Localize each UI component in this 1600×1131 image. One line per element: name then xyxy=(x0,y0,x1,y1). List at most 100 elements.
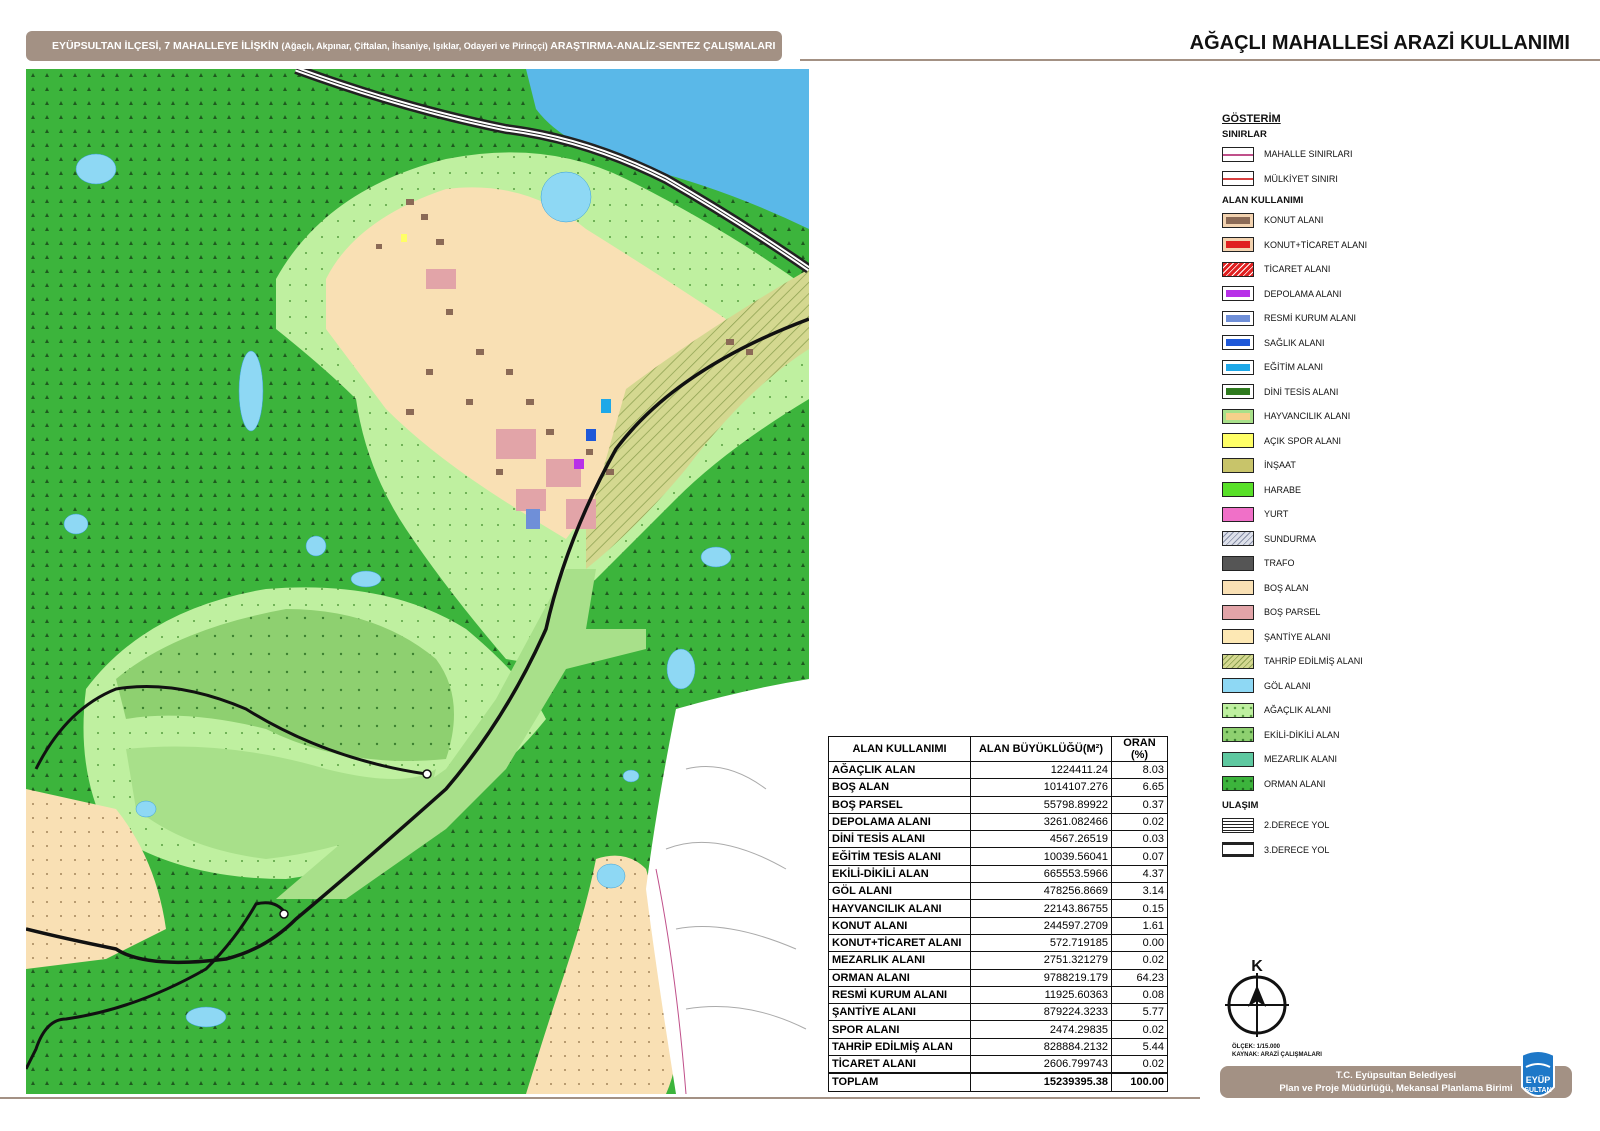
map-canvas xyxy=(26,69,809,1094)
cell-ratio: 1.61 xyxy=(1111,916,1168,935)
legend-item: SAĞLIK ALANI xyxy=(1222,331,1452,356)
legend-section-title: SINIRLAR xyxy=(1222,129,1267,140)
cell-area: 1014107.276 xyxy=(970,778,1112,797)
legend-swatch xyxy=(1222,212,1254,228)
cell-area: 828884.2132 xyxy=(970,1037,1112,1057)
table-row: KONUT+TİCARET ALANI 572.719185 0.00 xyxy=(828,933,1168,953)
cell-land-use: KONUT+TİCARET ALANI xyxy=(828,933,971,953)
table-row: EKİLİ-DİKİLİ ALAN 665553.5966 4.37 xyxy=(828,864,1168,884)
cell-land-use: EKİLİ-DİKİLİ ALAN xyxy=(828,864,971,884)
header-neighborhoods-text: (Ağaçlı, Akpınar, Çiftalan, İhsaniye, Iş… xyxy=(281,41,548,51)
table-row: RESMİ KURUM ALANI 11925.60363 0.08 xyxy=(828,985,1168,1005)
compass-icon: K xyxy=(1225,958,1289,1037)
table-row: KONUT ALANI 244597.2709 1.61 xyxy=(828,916,1168,935)
legend-item: TAHRİP EDİLMİŞ ALANI xyxy=(1222,649,1452,674)
legend-swatch xyxy=(1222,817,1254,833)
cell-ratio: 8.03 xyxy=(1111,760,1168,780)
land-use-table: ALAN KULLANIMI ALAN BÜYÜKLÜĞÜ(M²) ORAN (… xyxy=(828,736,1168,1092)
header-main-text: EYÜPSULTAN İLÇESİ, 7 MAHALLEYE İLİŞKİN xyxy=(52,40,279,52)
table-row: TAHRİP EDİLMİŞ ALAN 828884.2132 5.44 xyxy=(828,1037,1168,1057)
cell-area: 2606.799743 xyxy=(970,1055,1112,1074)
cell-ratio: 5.77 xyxy=(1111,1003,1168,1022)
cell-land-use: HAYVANCILIK ALANI xyxy=(828,899,971,918)
cell-ratio: 5.44 xyxy=(1111,1037,1168,1057)
cell-land-use: DİNİ TESİS ALANI xyxy=(828,830,971,849)
legend-item: YURT xyxy=(1222,502,1452,527)
cell-land-use: SPOR ALANI xyxy=(828,1020,971,1039)
cell-ratio: 64.23 xyxy=(1111,968,1168,987)
legend-item-label: DEPOLAMA ALANI xyxy=(1264,288,1342,299)
table-row: TİCARET ALANI 2606.799743 0.02 xyxy=(828,1055,1168,1074)
legend-swatch xyxy=(1222,776,1254,792)
table-row: DEPOLAMA ALANI 3261.082466 0.02 xyxy=(828,812,1168,832)
table-row: BOŞ PARSEL 55798.89922 0.37 xyxy=(828,795,1168,814)
source-text: KAYNAK: ARAZİ ÇALIŞMALARI xyxy=(1232,1052,1322,1058)
legend-item-label: GÖL ALANI xyxy=(1264,680,1311,691)
scale-text: ÖLÇEK: 1/15.000 xyxy=(1232,1044,1281,1050)
legend-item-label: KONUT+TİCARET ALANI xyxy=(1264,239,1368,250)
legend-swatch xyxy=(1222,433,1254,449)
legend-item-label: BOŞ PARSEL xyxy=(1264,607,1321,618)
legend-swatch xyxy=(1222,506,1254,522)
legend-swatch xyxy=(1222,555,1254,571)
junction-marker xyxy=(279,909,289,919)
cell-ratio: 0.07 xyxy=(1111,847,1168,866)
col-header-land-use: ALAN KULLANIMI xyxy=(828,736,971,762)
legend-item-label: 3.DERECE YOL xyxy=(1264,844,1330,855)
cell-ratio: 0.02 xyxy=(1111,951,1168,970)
legend-item: MAHALLE SINIRLARI xyxy=(1222,142,1452,167)
legend-item-label: TİCARET ALANI xyxy=(1264,264,1331,275)
legend-item-label: ŞANTİYE ALANI xyxy=(1264,631,1331,642)
legend-item: KONUT ALANI xyxy=(1222,208,1452,233)
cell-area: 572.719185 xyxy=(970,933,1112,953)
cell-area: 3261.082466 xyxy=(970,812,1112,832)
legend-swatch xyxy=(1222,702,1254,718)
cell-area: 4567.26519 xyxy=(970,830,1112,849)
legend-item-label: RESMİ KURUM ALANI xyxy=(1264,313,1357,324)
cell-land-use: TOPLAM xyxy=(828,1072,971,1092)
cell-area: 15239395.38 xyxy=(970,1072,1112,1092)
legend-swatch xyxy=(1222,359,1254,375)
legend-item: HARABE xyxy=(1222,478,1452,503)
legend-item-label: HAYVANCILIK ALANI xyxy=(1264,411,1351,422)
legend-item-label: KONUT ALANI xyxy=(1264,215,1324,226)
legend-item-label: AĞAÇLIK ALANI xyxy=(1264,705,1332,716)
cell-land-use: GÖL ALANI xyxy=(828,882,971,901)
legend-swatch xyxy=(1222,335,1254,351)
north-arrow: K xyxy=(1222,955,1292,1045)
cell-land-use: TİCARET ALANI xyxy=(828,1055,971,1074)
cell-area: 2474.29835 xyxy=(970,1020,1112,1039)
footer-divider xyxy=(0,1097,1200,1099)
table-row: MEZARLIK ALANI 2751.321279 0.02 xyxy=(828,951,1168,970)
table-row: AĞAÇLIK ALAN 1224411.24 8.03 xyxy=(828,760,1168,780)
logo-icon: EYÜP SULTAN xyxy=(1521,1050,1555,1097)
cell-ratio: 0.02 xyxy=(1111,1020,1168,1039)
legend-item-label: HARABE xyxy=(1264,484,1302,495)
legend-item: AÇIK SPOR ALANI xyxy=(1222,429,1452,454)
cell-ratio: 0.02 xyxy=(1111,1055,1168,1074)
cell-land-use: RESMİ KURUM ALANI xyxy=(828,985,971,1005)
legend-swatch xyxy=(1222,751,1254,767)
legend-swatch xyxy=(1222,384,1254,400)
legend-item: GÖL ALANI xyxy=(1222,674,1452,699)
header-tail-text: ARAŞTIRMA-ANALİZ-SENTEZ ÇALIŞMALARI xyxy=(550,40,776,52)
legend-item: MÜLKİYET SINIRI xyxy=(1222,167,1452,192)
cell-land-use: TAHRİP EDİLMİŞ ALAN xyxy=(828,1037,971,1057)
cell-area: 11925.60363 xyxy=(970,985,1112,1005)
table-row: ORMAN ALANI 9788219.179 64.23 xyxy=(828,968,1168,987)
legend-item-label: TAHRİP EDİLMİŞ ALANI xyxy=(1264,656,1363,667)
header-banner: EYÜPSULTAN İLÇESİ, 7 MAHALLEYE İLİŞKİN (… xyxy=(26,31,782,61)
land-use-map[interactable] xyxy=(26,69,809,1094)
legend-item: MEZARLIK ALANI xyxy=(1222,747,1452,772)
legend-item: AĞAÇLIK ALANI xyxy=(1222,698,1452,723)
legend-item: BOŞ PARSEL xyxy=(1222,600,1452,625)
legend-item-label: MAHALLE SINIRLARI xyxy=(1264,149,1353,160)
legend-item-label: DİNİ TESİS ALANI xyxy=(1264,386,1339,397)
legend-item-label: AÇIK SPOR ALANI xyxy=(1264,435,1342,446)
municipality-logo: EYÜP SULTAN xyxy=(1518,1047,1558,1105)
table-header-row: ALAN KULLANIMI ALAN BÜYÜKLÜĞÜ(M²) ORAN (… xyxy=(828,736,1168,762)
legend-item: 2.DERECE YOL xyxy=(1222,813,1452,838)
table-row: ŞANTİYE ALANI 879224.3233 5.77 xyxy=(828,1003,1168,1022)
page-title: AĞAÇLI MAHALLESİ ARAZİ KULLANIMI xyxy=(1189,32,1570,54)
legend-item: DİNİ TESİS ALANI xyxy=(1222,380,1452,405)
